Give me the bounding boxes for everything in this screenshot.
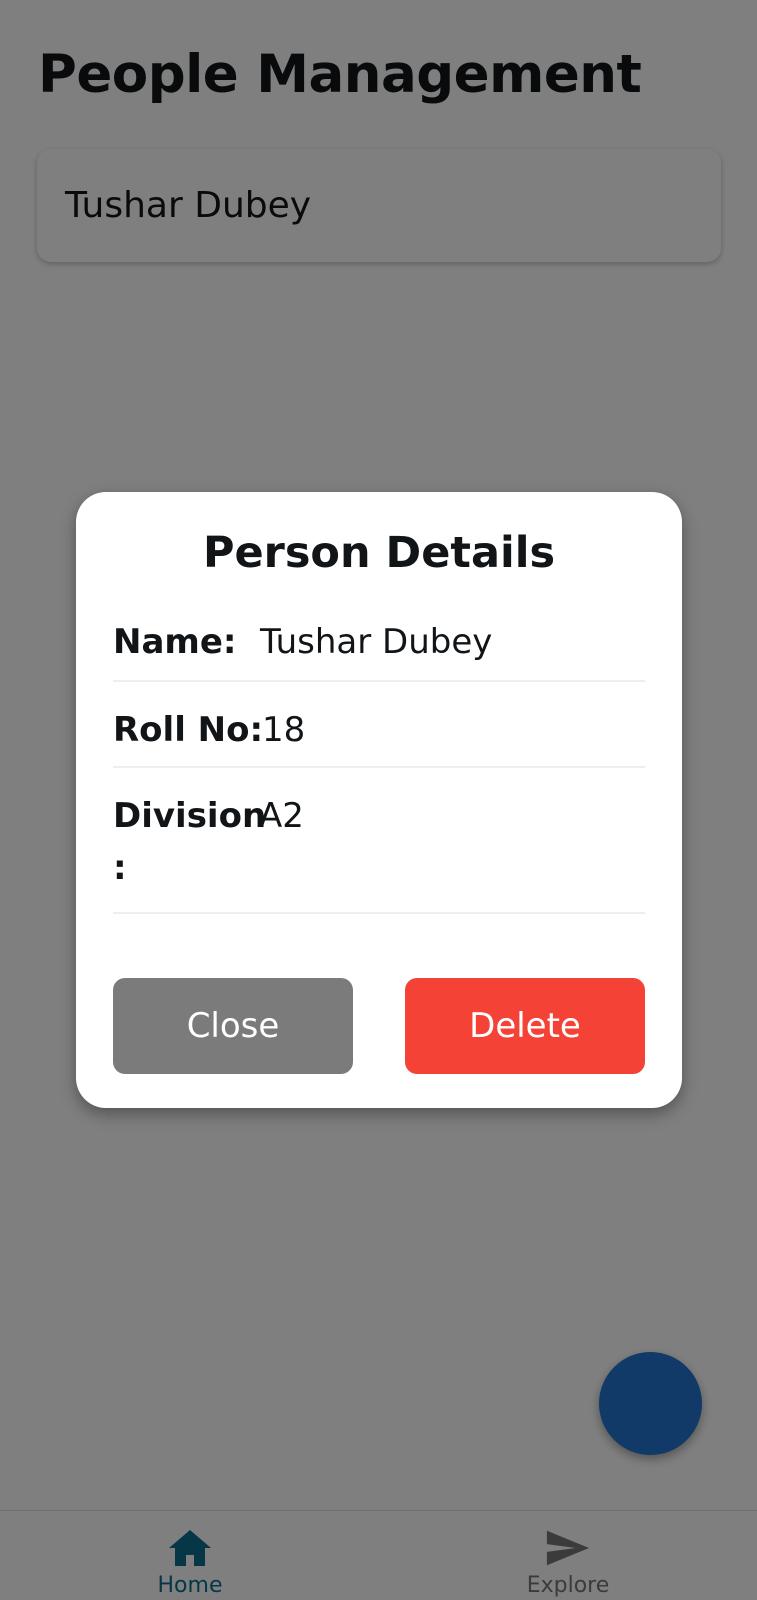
dialog-title: Person Details [202, 528, 556, 578]
person-details-dialog: Person Details Name: Tushar Dubey Roll N… [76, 492, 682, 1108]
detail-row-division: Division : A2 [113, 792, 645, 914]
name-label: Name: [113, 622, 237, 662]
division-label-colon: : [113, 848, 127, 888]
detail-row-name: Name: Tushar Dubey [113, 622, 645, 682]
roll-value: 18 [262, 710, 306, 750]
app-screen: People Management Tushar Dubey Home Expl… [0, 0, 757, 1600]
name-value: Tushar Dubey [260, 622, 493, 662]
division-value: A2 [259, 796, 304, 836]
detail-row-roll: Roll No: 18 [113, 706, 645, 768]
roll-label: Roll No: [113, 710, 264, 750]
delete-button[interactable]: Delete [405, 978, 645, 1074]
close-button[interactable]: Close [113, 978, 353, 1074]
division-label: Division [113, 796, 267, 836]
